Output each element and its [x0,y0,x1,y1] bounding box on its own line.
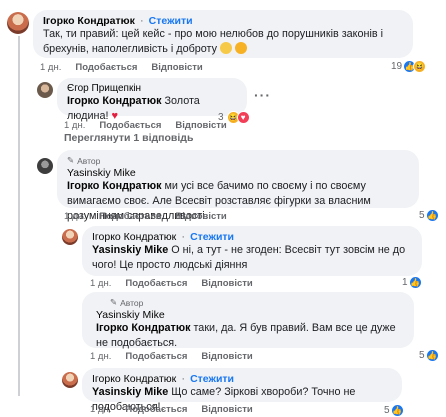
comment-bubble: Ігорко Кондратюк · Стежити Yasinskiy Mik… [82,368,402,413]
reply-button[interactable]: Відповісти [201,278,252,289]
comment-author[interactable]: Yasinskiy Mike [92,309,404,321]
comment-time[interactable]: 1 дн. [40,62,61,73]
avatar[interactable] [37,82,53,98]
like-button[interactable]: Подобається [125,404,187,415]
reaction-number: 5 [419,350,425,361]
reaction-count[interactable]: 3 😆 ♥ [218,111,250,124]
thread-line [18,156,20,396]
author-badge: Автор [120,297,144,308]
mention-link[interactable]: Ігорко Кондратюк [96,322,190,334]
comment-text: Так, ти правий: цей кейс - про мою нелюб… [43,28,384,55]
like-button[interactable]: Подобається [99,211,161,222]
reaction-count[interactable]: 5 👍 [419,209,439,222]
view-replies-link[interactable]: Переглянути 1 відповідь [64,132,193,144]
reaction-count[interactable]: 5 👍 [419,349,439,362]
like-icon: 👍 [425,209,439,222]
reaction-count[interactable]: 5 👍 [384,404,404,417]
haha-icon: 😆 [413,60,427,73]
reaction-number: 5 [419,210,425,221]
comment-author[interactable]: Ігорко Кондратюк [92,231,176,243]
comment-author[interactable]: Ігорко Кондратюк [92,373,176,385]
comment-actions: 1 дн. Подобається Відповісти [40,62,203,73]
pencil-icon: ✎ [67,155,75,165]
like-button[interactable]: Подобається [75,62,137,73]
comment-bubble: ✎ Автор Yasinskiy Mike Ігорко Кондратюк … [57,150,419,222]
comment-bubble: Ігорко Кондратюк · Стежити Так, ти прави… [33,10,413,58]
mention-link[interactable]: Yasinskiy Mike [92,244,168,256]
comment-time[interactable]: 1 дн. [90,278,111,289]
comment-author[interactable]: Єгор Прищепкін [67,83,237,94]
comment-actions: 1 дн. Подобається Відповісти [64,211,227,222]
pencil-icon: ✎ [110,297,118,307]
comment-actions: 1 дн. Подобається Відповісти [90,404,253,415]
reaction-number: 3 [218,112,224,123]
comment-actions: 1 дн. Подобається Відповісти [64,120,227,131]
follow-button[interactable]: Стежити [190,373,234,385]
mention-link[interactable]: Ігорко Кондратюк [67,180,161,192]
reply-button[interactable]: Відповісти [151,62,202,73]
comment-author[interactable]: Yasinskiy Mike [67,167,409,179]
reaction-number: 1 [402,277,408,288]
reply-button[interactable]: Відповісти [201,404,252,415]
reaction-count[interactable]: 19 👍 😆 [391,60,427,73]
reaction-number: 19 [391,61,403,72]
mention-link[interactable]: Yasinskiy Mike [92,386,168,398]
follow-button[interactable]: Стежити [149,15,193,27]
like-button[interactable]: Подобається [125,351,187,362]
comment-time[interactable]: 1 дн. [90,351,111,362]
reaction-count[interactable]: 1 👍 [402,276,422,289]
like-icon: 👍 [390,404,404,417]
comment-time[interactable]: 1 дн. [64,211,85,222]
like-icon: 👍 [425,349,439,362]
laugh-emoji-icon [235,42,247,54]
avatar[interactable] [7,12,29,34]
like-button[interactable]: Подобається [99,120,161,131]
smile-emoji-icon [220,42,232,54]
author-badge: Автор [77,155,101,166]
reaction-number: 5 [384,405,390,416]
more-dots-icon[interactable]: ··· [254,87,271,103]
comment-author[interactable]: Ігорко Кондратюк [43,15,135,27]
comment-bubble: Ігорко Кондратюк · Стежити Yasinskiy Mik… [82,226,422,276]
comment-bubble: ✎ Автор Yasinskiy Mike Ігорко Кондратюк … [82,292,414,349]
heart-icon: ♥ [236,111,250,124]
comment-time[interactable]: 1 дн. [90,404,111,415]
comment-actions: 1 дн. Подобається Відповісти [90,351,253,362]
like-button[interactable]: Подобається [125,278,187,289]
thread-line [18,36,20,156]
reply-button[interactable]: Відповісти [201,351,252,362]
avatar[interactable] [62,229,78,245]
mention-link[interactable]: Ігорко Кондратюк [67,95,161,107]
avatar[interactable] [37,158,53,174]
comment-actions: 1 дн. Подобається Відповісти [90,278,253,289]
follow-button[interactable]: Стежити [190,231,234,243]
comment-time[interactable]: 1 дн. [64,120,85,131]
avatar[interactable] [62,372,78,388]
like-icon: 👍 [408,276,422,289]
reply-button[interactable]: Відповісти [175,211,226,222]
